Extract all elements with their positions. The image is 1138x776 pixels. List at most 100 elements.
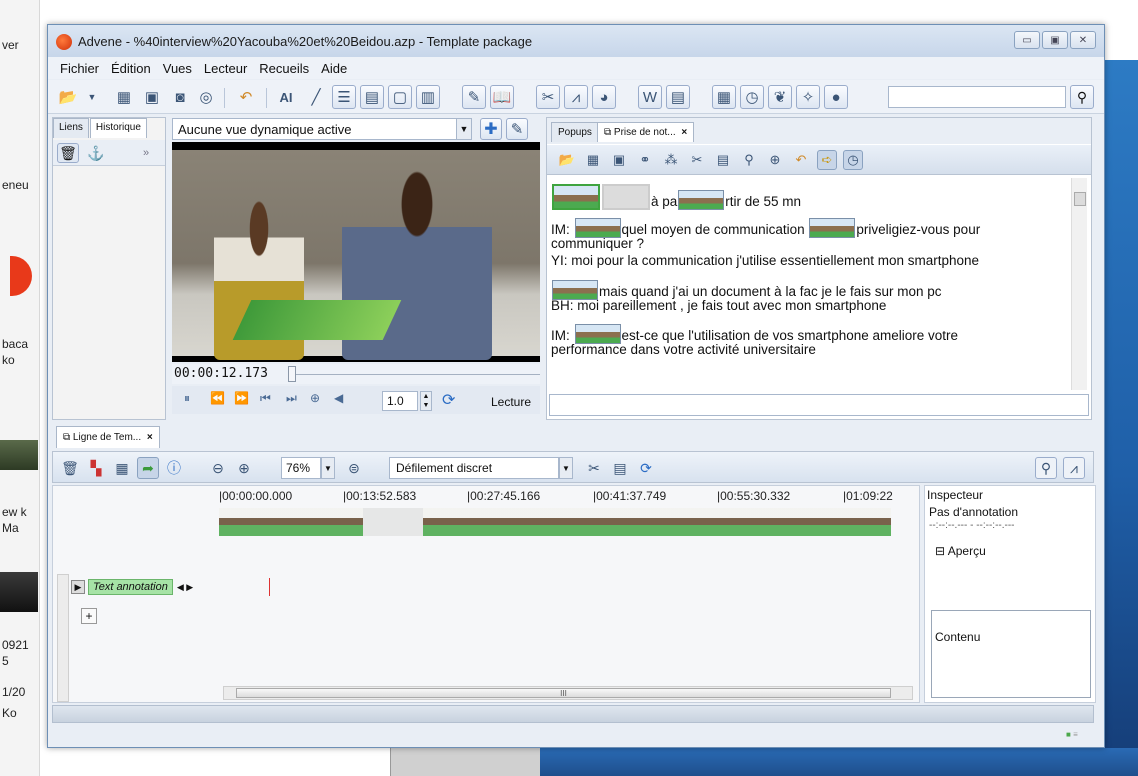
annotation-track[interactable]: ▶ Text annotation ◀ ▶	[71, 578, 193, 596]
notes-scrollbar[interactable]	[1071, 178, 1087, 390]
menu-aide[interactable]: Aide	[321, 61, 347, 76]
search-input[interactable]	[888, 86, 1066, 108]
edit-view-icon[interactable]: ✎	[506, 118, 528, 140]
scissors-icon[interactable]: ✂	[687, 150, 707, 170]
detach-icon[interactable]: ⧉	[63, 432, 73, 443]
notes-editor[interactable]: à pa rtir de 55 mn IM: quel moyen de comm…	[551, 178, 1069, 390]
playback-rate-input[interactable]: 1.0	[382, 391, 418, 411]
zoom-fit-icon[interactable]: ⊜	[343, 457, 365, 479]
clock-icon[interactable]: ◷	[740, 85, 764, 109]
document-icon[interactable]: ▤	[609, 457, 631, 479]
window-view-icon[interactable]: ▢	[388, 85, 412, 109]
tab-ligne-de-temps[interactable]: ⧉ Ligne de Tem... ×	[56, 426, 160, 448]
collapse-icon[interactable]: ⊟	[935, 544, 948, 558]
search-icon[interactable]: ⚲	[739, 150, 759, 170]
maximize-icon[interactable]: ▣	[1042, 31, 1068, 49]
link-icon[interactable]: ⚭	[635, 150, 655, 170]
insert-timestamp-icon[interactable]: ➪	[817, 150, 837, 170]
ai-button[interactable]: AI	[274, 85, 298, 109]
detach-icon[interactable]: ⧉	[604, 127, 614, 138]
menu-edition[interactable]: Édition	[111, 61, 151, 76]
close-icon[interactable]: ✕	[1070, 31, 1096, 49]
position-slider-track[interactable]	[296, 374, 540, 375]
track-settings-icon[interactable]: ▶	[71, 580, 85, 594]
minimize-icon[interactable]: ▭	[1014, 31, 1040, 49]
scissors-icon[interactable]: ✂	[583, 457, 605, 479]
position-slider-handle[interactable]	[288, 366, 296, 382]
refresh-icon[interactable]: ⟳	[442, 390, 455, 410]
save-icon[interactable]: ▦	[583, 150, 603, 170]
add-view-icon[interactable]: ✚	[480, 118, 502, 140]
note-input[interactable]	[549, 394, 1089, 416]
timestamp-thumbnail[interactable]	[678, 190, 725, 210]
dynamic-view-select[interactable]: Aucune vue dynamique active	[172, 118, 472, 140]
sync-icon[interactable]: ⊕	[310, 391, 320, 405]
colors-icon[interactable]: ▚	[85, 457, 107, 479]
tab-historique[interactable]: Historique	[89, 118, 147, 138]
tab-prise-de-notes[interactable]: ⧉ Prise de not... ×	[597, 122, 695, 142]
scissors-icon[interactable]: ✂	[536, 85, 560, 109]
trash-icon[interactable]: 🗑	[57, 143, 79, 163]
dots-icon[interactable]: ⁂	[661, 150, 681, 170]
filmstrip[interactable]	[219, 508, 919, 536]
word-export-icon[interactable]: W	[638, 85, 662, 109]
timeline-horizontal-scrollbar[interactable]: III	[223, 686, 913, 700]
apercu-toggle[interactable]: ⊟ Aperçu	[935, 544, 986, 558]
record-icon[interactable]: ◎	[194, 85, 218, 109]
next-icon[interactable]: ⏭	[286, 391, 297, 406]
scroll-mode-select[interactable]: Défilement discret	[389, 457, 559, 479]
chevron-down-icon[interactable]: ▼	[456, 118, 472, 140]
close-tab-icon[interactable]: ×	[681, 127, 687, 138]
chevron-down-icon[interactable]: ▼	[80, 85, 104, 109]
timestamp-thumbnail[interactable]	[552, 184, 600, 210]
pen-icon[interactable]: ╱	[304, 85, 328, 109]
info-icon[interactable]: ⓘ	[163, 457, 185, 479]
chevron-down-icon[interactable]: ▼	[559, 457, 573, 479]
video-player[interactable]	[172, 142, 540, 362]
footprint-icon[interactable]: ❦	[768, 85, 792, 109]
timeline-scroll-thumb[interactable]: III	[236, 688, 891, 698]
rewind-icon[interactable]: ⏪	[210, 391, 225, 405]
zoom-out-icon[interactable]: ⊖	[207, 457, 229, 479]
tab-popups[interactable]: Popups	[551, 122, 599, 142]
close-tab-icon[interactable]: ×	[147, 432, 153, 443]
open-folder-icon[interactable]: 📂	[557, 150, 577, 170]
search-icon[interactable]: ⚲	[1070, 85, 1094, 109]
save-icon[interactable]: ▦	[112, 85, 136, 109]
search-icon[interactable]: ⚲	[1035, 457, 1057, 479]
bookmark-icon[interactable]: ⩘	[564, 85, 588, 109]
refresh-icon[interactable]: ⟳	[635, 457, 657, 479]
chevron-down-icon[interactable]: ▼	[321, 457, 335, 479]
volume-icon[interactable]: ◀	[334, 391, 343, 405]
timeline-vertical-scrollbar[interactable]	[57, 574, 69, 702]
notes-scrollbar-thumb[interactable]	[1074, 192, 1086, 206]
save-as-icon[interactable]: ▣	[609, 150, 629, 170]
trash-icon[interactable]: 🗑	[59, 457, 81, 479]
screenshot-icon[interactable]: ◙	[168, 85, 192, 109]
book-icon[interactable]: 📖	[490, 85, 514, 109]
timestamp-thumbnail[interactable]	[602, 184, 650, 210]
rate-stepper[interactable]: ▲ ▼	[420, 391, 432, 411]
save-as-icon[interactable]: ▣	[140, 85, 164, 109]
grid-icon[interactable]: ▦	[111, 457, 133, 479]
track-label[interactable]: Text annotation	[88, 579, 173, 595]
menu-vues[interactable]: Vues	[163, 61, 192, 76]
undo-icon[interactable]: ↶	[791, 150, 811, 170]
sync-icon[interactable]: ⊕	[765, 150, 785, 170]
title-bar[interactable]: Advene - %40interview%20Yacouba%20et%20B…	[48, 25, 1104, 57]
calendar-icon[interactable]: ▦	[712, 85, 736, 109]
forward-icon[interactable]: ⏩	[234, 391, 249, 405]
zoom-level-select[interactable]: 76%	[281, 457, 321, 479]
clock-icon[interactable]: ◷	[843, 150, 863, 170]
pause-icon[interactable]: ⏸	[184, 391, 190, 406]
goto-icon[interactable]: ➦	[137, 457, 159, 479]
timestamp-thumbnail[interactable]	[809, 218, 856, 238]
track-nav-icon[interactable]: ◀ ▶	[177, 582, 193, 593]
previous-icon[interactable]: ⏮	[260, 391, 271, 406]
undo-icon[interactable]: ↶	[234, 85, 258, 109]
more-icon[interactable]: »	[135, 143, 157, 163]
binoculars-icon[interactable]: ◕	[592, 85, 616, 109]
dna-icon[interactable]: ✧	[796, 85, 820, 109]
list-view-icon[interactable]: ☰	[332, 85, 356, 109]
table-view-icon[interactable]: ▤	[360, 85, 384, 109]
